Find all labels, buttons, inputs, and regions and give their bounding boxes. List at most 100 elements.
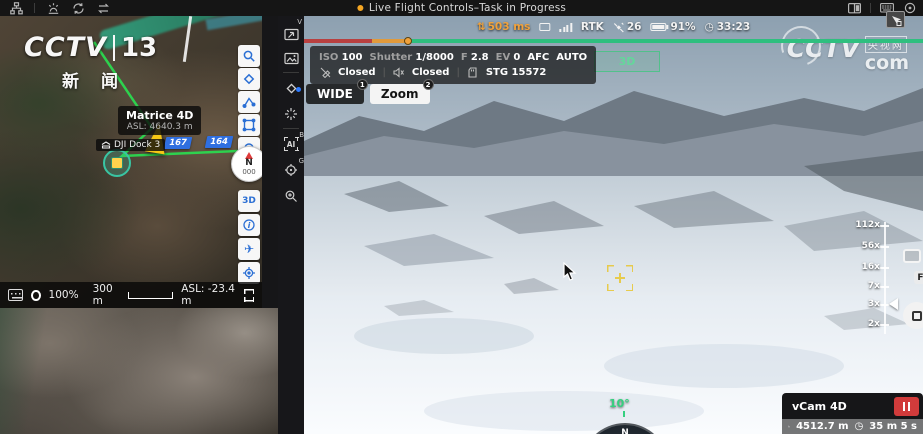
map-panel[interactable]: CCTV 13 新闻 167 164 Matrice 4D ASL: 4640.…	[0, 16, 262, 308]
storage-card-icon	[467, 67, 479, 78]
dock-label[interactable]: DJI Dock 3	[96, 139, 165, 151]
focus-mode: AFC	[527, 50, 549, 65]
latency-icon: ⇅	[477, 21, 486, 33]
zoom-slider-track[interactable]	[884, 222, 886, 334]
lens-zoom-shortcut-badge: 2	[423, 79, 434, 90]
beacon-off-icon	[319, 67, 331, 78]
top-bar-separator	[870, 3, 871, 13]
compass-north-label: N	[245, 159, 253, 168]
sparkle-icon	[284, 107, 298, 121]
map-polygon-tool-button[interactable]	[238, 114, 260, 136]
zoom-tick-label: 3x	[868, 299, 880, 309]
ai-label: AI	[287, 140, 296, 149]
battery-icon	[650, 23, 666, 32]
vcam-telemetry-strip: 4512.7 m ◷ 35 m 5 s	[782, 419, 923, 434]
media-library-button[interactable]	[278, 48, 304, 68]
target-lock-button[interactable]: G	[278, 160, 304, 180]
progress-marker[interactable]	[404, 37, 412, 45]
vcam-panel[interactable]: vCam 4D	[782, 393, 923, 419]
mission-timer: ◷ 33:23	[705, 21, 751, 33]
progress-segment-remaining	[409, 39, 923, 43]
pause-button[interactable]	[894, 397, 919, 416]
watermark-com: com	[865, 53, 909, 73]
zoom-slider-handle[interactable]	[889, 298, 898, 310]
expand-icon[interactable]	[244, 289, 254, 302]
task-active-dot	[357, 5, 363, 11]
shutter-label: Shutter	[370, 52, 413, 63]
device-tree-icon[interactable]	[9, 1, 23, 15]
camera-toolbar: V AI B G	[278, 16, 304, 434]
mission-progress-bar[interactable]	[304, 39, 923, 43]
waypoint-flag[interactable]: 167	[164, 137, 192, 149]
battery-readout: 91%	[650, 21, 695, 33]
ai-detection-button[interactable]: AI B	[278, 134, 304, 154]
waypoint-mode-button[interactable]	[278, 78, 304, 98]
top-bar-left-icons	[0, 1, 110, 15]
beacon-light-icon[interactable]	[46, 1, 60, 15]
map-record-icon[interactable]	[31, 290, 41, 301]
app-window: Live Flight Controls–Task in Progress	[0, 0, 923, 434]
screen-share-button[interactable]	[278, 24, 304, 44]
map-zoom-percent: 100%	[49, 289, 79, 301]
task-status: Live Flight Controls–Task in Progress	[357, 0, 566, 16]
waypoint-flag[interactable]: 164	[205, 136, 233, 148]
map-aircraft-button[interactable]: ✈	[238, 238, 260, 260]
aperture-label: F	[461, 52, 468, 63]
map-info-button[interactable]: i	[238, 214, 260, 236]
zoom-tick-label: 2x	[868, 319, 880, 329]
media-library-icon	[284, 52, 299, 65]
screen-share-icon	[284, 28, 299, 41]
remote-cursor-indicator	[886, 11, 905, 28]
frame-capture-button[interactable]	[903, 249, 921, 263]
secondary-video-feed[interactable]	[0, 308, 278, 434]
map-3d-toggle-button[interactable]: 3D	[238, 190, 260, 212]
ar-3d-marker[interactable]: 3D	[594, 51, 660, 72]
map-road-secondary	[206, 16, 262, 30]
monitor-icon	[539, 23, 550, 31]
heading-value: 10°	[609, 397, 630, 410]
camera-settings-panel[interactable]: ISO 100 Shutter 1/8000 F 2.8 EV 0 AFC AU…	[310, 46, 596, 84]
zoom-level-slider[interactable]: 112x 56x 16x 7x 3x 2x	[844, 216, 914, 346]
info-icon: i	[242, 218, 256, 232]
signal-strength-icon	[559, 23, 572, 32]
map-polyline-tool-button[interactable]	[238, 91, 260, 113]
record-circle-icon[interactable]	[903, 1, 917, 15]
latency-value: 503 ms	[488, 21, 531, 33]
main-camera-view[interactable]: ⇅ 503 ms RTK 26 91% ◷ 33:23	[304, 16, 923, 434]
map-waypoint-tool-button[interactable]	[238, 68, 260, 90]
focus-mode-badge[interactable]: F	[914, 271, 923, 284]
svg-text:i: i	[248, 221, 251, 230]
rtk-label: RTK	[581, 21, 604, 33]
drone-tooltip: Matrice 4D ASL: 4640.3 m	[118, 106, 201, 135]
map-search-button[interactable]	[238, 45, 260, 67]
polygon-icon	[242, 118, 256, 132]
airplane-icon: ✈	[244, 242, 254, 256]
locate-icon	[242, 266, 256, 280]
map-locate-button[interactable]	[238, 262, 260, 284]
zoom-in-button[interactable]	[278, 186, 304, 206]
cctv-logo-brand: CCTV	[24, 32, 107, 63]
notification-dot	[296, 87, 301, 92]
vcam-title: vCam 4D	[782, 400, 894, 413]
compass-heading-value: 000	[242, 168, 255, 176]
dock-marker-core	[111, 157, 123, 169]
zoom-tick-label: 16x	[862, 262, 880, 272]
lens-tab-wide[interactable]: WIDE 1	[306, 84, 364, 104]
drone-asl: ASL: 4640.3 m	[126, 122, 193, 132]
progress-segment-done	[304, 39, 372, 43]
cctv-logo-subtitle: 新闻	[62, 67, 157, 92]
drone-name: Matrice 4D	[126, 109, 193, 122]
sync-icon[interactable]	[71, 1, 85, 15]
dock-map-marker[interactable]	[103, 149, 131, 177]
top-bar-right-icons	[847, 0, 917, 16]
split-view-icon[interactable]	[847, 1, 861, 15]
enhance-button[interactable]	[278, 104, 304, 124]
lens-tab-zoom[interactable]: Zoom 2	[370, 84, 430, 104]
dock-icon	[101, 141, 111, 149]
shortcut-b-label: B	[299, 131, 304, 139]
floating-action-button[interactable]	[903, 302, 923, 329]
keyboard-shortcuts-icon[interactable]	[8, 289, 23, 301]
attitude-north-label: N	[621, 428, 629, 434]
route-transfer-icon[interactable]	[96, 1, 110, 15]
map-scale-label: 300 m	[93, 283, 120, 307]
